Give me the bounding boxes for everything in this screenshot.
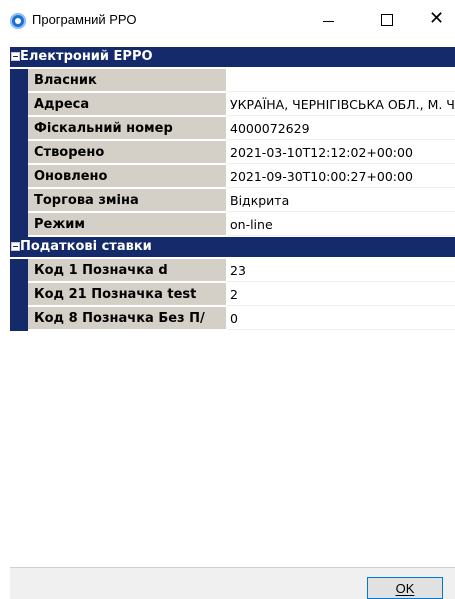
property-name: Код 8 Позначка Без П/ <box>28 307 226 330</box>
dialog-footer: OK <box>10 567 455 599</box>
property-row[interactable]: Адреса УКРАЇНА, ЧЕРНІГІВСЬКА ОБЛ., М. ЧЕ <box>10 93 455 117</box>
property-value[interactable]: 4000072629 <box>227 117 455 140</box>
window-title: Програмний РРО <box>32 12 137 27</box>
property-row[interactable]: Код 21 Позначка test 2 <box>10 283 455 307</box>
maximize-button[interactable] <box>365 0 411 40</box>
close-button[interactable]: ✕ <box>415 0 455 40</box>
property-name: Фіскальний номер <box>28 117 226 140</box>
property-value[interactable]: 2021-09-30T10:00:27+00:00 <box>227 165 455 188</box>
property-value[interactable]: 23 <box>227 259 455 282</box>
property-value[interactable]: 2 <box>227 283 455 306</box>
property-row[interactable]: Оновлено 2021-09-30T10:00:27+00:00 <box>10 165 455 189</box>
section-title: Податкові ставки <box>20 239 152 254</box>
ok-button[interactable]: OK <box>367 577 443 599</box>
property-name: Оновлено <box>28 165 226 188</box>
property-grid: Електроний ЕРРО Власник Адреса УКРАЇНА, … <box>10 47 455 567</box>
section-header-tax-rates[interactable]: Податкові ставки <box>10 237 455 257</box>
property-value[interactable]: on-line <box>227 213 455 236</box>
property-name: Адреса <box>28 93 226 116</box>
property-name: Код 1 Позначка d <box>28 259 226 282</box>
property-value[interactable]: Відкрита <box>227 189 455 212</box>
app-icon <box>10 13 26 29</box>
section-header-erro[interactable]: Електроний ЕРРО <box>10 47 455 67</box>
property-row[interactable]: Код 1 Позначка d 23 <box>10 259 455 283</box>
property-value[interactable] <box>227 69 455 92</box>
property-name: Торгова зміна <box>28 189 226 212</box>
property-name: Код 21 Позначка test <box>28 283 226 306</box>
property-name: Режим <box>28 213 226 236</box>
property-row[interactable]: Код 8 Позначка Без П/ 0 <box>10 307 455 331</box>
property-row[interactable]: Власник <box>10 69 455 93</box>
property-name: Створено <box>28 141 226 164</box>
close-icon: ✕ <box>429 8 445 29</box>
property-row[interactable]: Торгова зміна Відкрита <box>10 189 455 213</box>
title-bar: Програмний РРО ✕ <box>0 0 455 40</box>
property-value[interactable]: УКРАЇНА, ЧЕРНІГІВСЬКА ОБЛ., М. ЧЕ <box>227 93 455 116</box>
section-title: Електроний ЕРРО <box>20 49 153 64</box>
property-row[interactable]: Створено 2021-03-10T12:12:02+00:00 <box>10 141 455 165</box>
property-row[interactable]: Режим on-line <box>10 213 455 237</box>
maximize-icon <box>381 14 393 26</box>
collapse-icon[interactable] <box>11 52 20 61</box>
collapse-icon[interactable] <box>11 242 20 251</box>
property-value[interactable]: 2021-03-10T12:12:02+00:00 <box>227 141 455 164</box>
property-name: Власник <box>28 69 226 92</box>
property-value[interactable]: 0 <box>227 307 455 330</box>
minimize-button[interactable] <box>305 0 351 40</box>
property-row[interactable]: Фіскальний номер 4000072629 <box>10 117 455 141</box>
minimize-icon <box>323 21 334 22</box>
